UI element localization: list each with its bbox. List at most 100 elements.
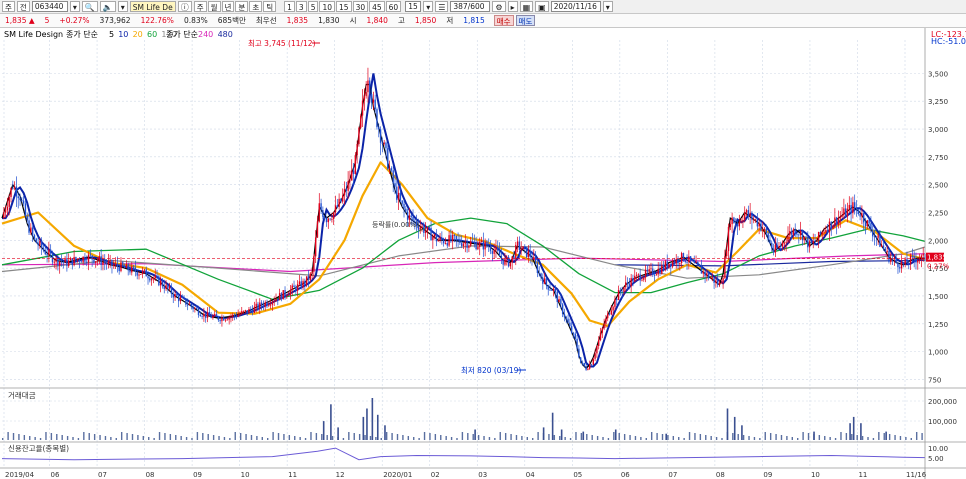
candle-body <box>909 255 912 264</box>
candle-body <box>22 200 25 204</box>
chart-toolbar: 주 전 063440 ▾ 🔍 🔈 ▾ SM Life De ⓘ 주월년분초틱 1… <box>0 0 966 14</box>
candle-body <box>37 242 39 245</box>
interval-button[interactable]: 45 <box>369 1 385 12</box>
candle-body <box>740 221 742 223</box>
candle-body <box>140 274 142 275</box>
volume-bar <box>474 429 476 440</box>
chevron-down-icon[interactable]: ▾ <box>117 1 128 12</box>
candle-body <box>684 260 686 262</box>
candle-body <box>790 231 793 235</box>
candle-body <box>765 228 768 234</box>
legend-ma-title: 종가 단순 <box>66 29 98 39</box>
date-input[interactable]: 2020/11/16 <box>550 1 601 12</box>
volume-bar <box>802 432 804 440</box>
candle-body <box>733 217 735 224</box>
candle-body <box>246 310 248 314</box>
period-button[interactable]: 월 <box>207 1 221 12</box>
stock-code-input[interactable]: 063440 <box>31 1 68 12</box>
interval-button[interactable]: 10 <box>319 1 336 12</box>
candle-body <box>502 258 504 265</box>
candle-body <box>53 261 55 263</box>
volume-bar <box>715 437 718 440</box>
candle-body <box>13 186 16 189</box>
candle-body <box>329 218 331 220</box>
stock-info-icon[interactable]: ⓘ <box>177 1 192 12</box>
period-button[interactable]: 주 <box>193 1 207 12</box>
candle-body <box>715 280 717 283</box>
candle-body <box>668 263 670 268</box>
period-button[interactable]: 틱 <box>263 1 277 12</box>
interval-button[interactable]: 1 <box>284 1 295 12</box>
candle-body <box>848 205 850 209</box>
count-input[interactable]: 15 <box>405 1 422 12</box>
candle-body <box>206 312 209 318</box>
candle-body <box>855 207 858 210</box>
settings-icon[interactable]: ⚙ <box>492 1 506 12</box>
candle-body <box>486 241 488 247</box>
volume-bar <box>169 434 172 440</box>
candle-body <box>900 262 903 269</box>
candle-body <box>93 259 95 263</box>
candle-body <box>850 205 852 214</box>
candle-body <box>742 220 744 222</box>
interval-button[interactable]: 5 <box>307 1 319 12</box>
interval-button[interactable]: 60 <box>385 1 402 12</box>
volume-bar <box>7 432 9 440</box>
candle-body <box>388 168 391 170</box>
candle-body <box>239 313 241 315</box>
volume-bar <box>705 435 707 440</box>
candle-body <box>102 261 104 265</box>
candle-body <box>320 203 322 211</box>
time-tick-label: 05 <box>573 471 582 479</box>
interval-button[interactable]: 3 <box>295 1 307 12</box>
candle-body <box>598 339 600 346</box>
period-button[interactable]: 초 <box>249 1 263 12</box>
dropdown-arrow-icon[interactable]: ▾ <box>69 1 80 12</box>
candle-body <box>707 273 710 279</box>
volume-bar <box>894 435 896 440</box>
candle-body <box>289 289 292 295</box>
candle-body <box>776 244 778 248</box>
calendar-icon[interactable]: ▣ <box>535 1 549 12</box>
speaker-icon[interactable]: 🔈 <box>99 1 116 12</box>
chart-type-button[interactable]: 주 <box>2 1 15 12</box>
candle-body <box>574 333 576 339</box>
candle-body <box>273 301 275 302</box>
buy-button[interactable]: 매수 <box>493 15 514 26</box>
time-tick-label: 04 <box>526 471 535 479</box>
candle-body <box>475 242 477 250</box>
candle-body <box>616 299 618 301</box>
volume-bar <box>829 437 831 440</box>
candle-body <box>664 261 667 270</box>
interval-button[interactable]: 30 <box>352 1 369 12</box>
volume-bar <box>521 436 523 440</box>
candle-body <box>170 286 173 295</box>
candle-body <box>111 259 113 266</box>
search-icon[interactable]: 🔍 <box>81 1 98 12</box>
grid-icon[interactable]: ▦ <box>519 1 534 12</box>
sell-button[interactable]: 매도 <box>515 15 536 26</box>
open-label: 시 <box>349 16 357 25</box>
price-tick-label: 2,250 <box>928 210 948 218</box>
volume-bar <box>499 432 501 440</box>
period-button[interactable]: 년 <box>221 1 235 12</box>
candle-body <box>798 234 800 236</box>
market-button[interactable]: 전 <box>16 1 30 12</box>
stock-chart[interactable]: 3,5003,2503,0002,7502,5002,2502,0001,750… <box>0 28 966 479</box>
candle-body <box>644 269 647 278</box>
candle-body <box>49 249 52 254</box>
stock-name-field[interactable]: SM Life De <box>129 1 176 12</box>
calendar-dropdown-icon[interactable]: ▾ <box>602 1 613 12</box>
candle-body <box>349 180 351 182</box>
candle-body <box>199 314 202 317</box>
period-button[interactable]: 분 <box>235 1 249 12</box>
next-icon[interactable]: ▸ <box>507 1 518 12</box>
unit-dropdown-icon[interactable]: ▾ <box>423 1 434 12</box>
candle-body <box>480 240 483 242</box>
volume-bar <box>813 431 815 440</box>
interval-button[interactable]: 15 <box>336 1 352 12</box>
volume-bar <box>910 438 912 440</box>
volume-bar <box>353 433 355 440</box>
list-icon[interactable]: ☰ <box>435 1 449 12</box>
candle-body <box>48 249 50 256</box>
